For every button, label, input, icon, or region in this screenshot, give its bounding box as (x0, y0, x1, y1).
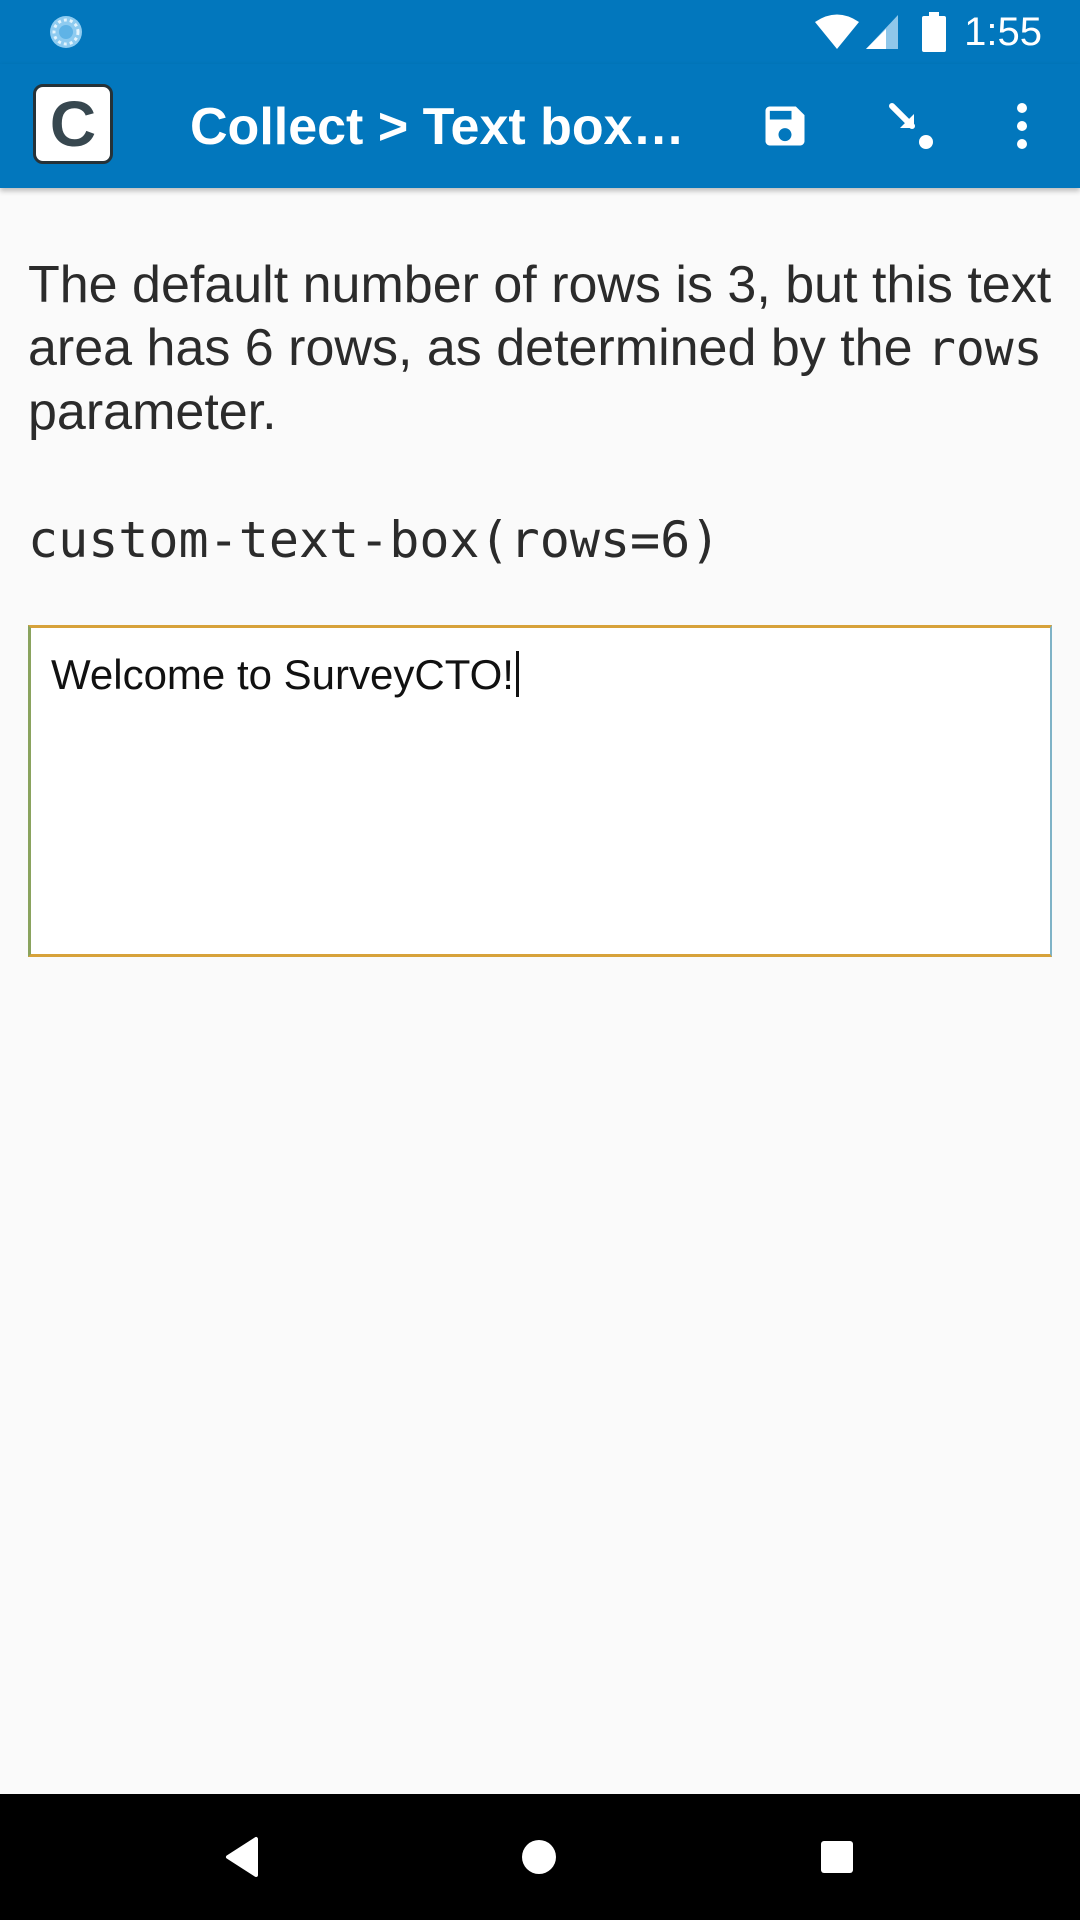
status-time: 1:55 (964, 10, 1042, 54)
question-content: The default number of rows is 3, but thi… (28, 188, 1052, 570)
recents-button[interactable] (804, 1824, 870, 1890)
back-button[interactable] (209, 1824, 275, 1890)
app-bar: C Collect > Text box… (0, 64, 1080, 188)
question-text-after: parameter. (28, 383, 277, 441)
answer-value: Welcome to SurveyCTO! (51, 651, 514, 698)
question-text-before: The default number of rows is 3, but thi… (28, 256, 1052, 377)
screen: 1:55 C Collect > Text box… The default n… (0, 0, 1080, 1920)
more-options-button[interactable] (990, 94, 1054, 158)
question-label: The default number of rows is 3, but thi… (28, 188, 1052, 444)
status-bar: 1:55 (0, 0, 1080, 64)
save-button[interactable] (753, 94, 817, 158)
home-button[interactable] (506, 1824, 572, 1890)
status-icons: 1:55 (814, 10, 1042, 54)
app-logo: C (33, 84, 113, 164)
save-icon (765, 106, 805, 146)
text-cursor (515, 651, 519, 697)
appearance-label: custom-text-box(rows=6) (28, 511, 721, 569)
back-triangle-icon (226, 1837, 258, 1877)
battery-icon (922, 12, 947, 52)
question-code-word: rows (926, 321, 1043, 377)
home-circle-icon (522, 1840, 556, 1874)
jump-to-question-button[interactable] (880, 94, 944, 158)
wifi-icon (815, 14, 860, 49)
answer-text-area[interactable]: Welcome to SurveyCTO! (28, 625, 1052, 957)
recents-square-icon (821, 1841, 853, 1873)
navigation-bar (0, 1794, 1080, 1920)
jump-to-question-icon (889, 103, 933, 149)
app-title: Collect > Text box… (190, 98, 680, 156)
more-vert-icon (1017, 103, 1027, 149)
cell-signal-icon (866, 15, 899, 49)
sync-loader-icon (48, 14, 84, 50)
